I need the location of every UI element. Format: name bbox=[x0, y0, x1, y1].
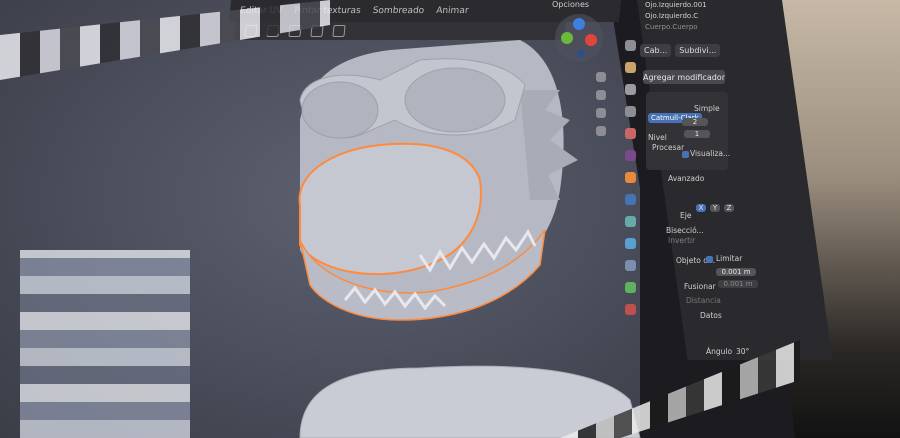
pixelation-left bbox=[20, 250, 190, 438]
